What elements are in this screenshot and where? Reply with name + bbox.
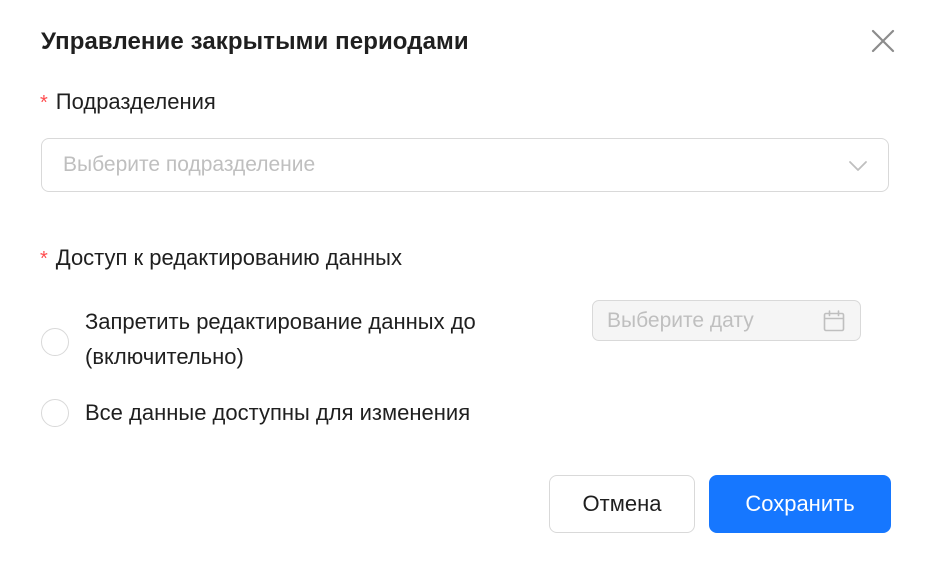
option-restrict-line1: Запретить редактирование данных до (85, 309, 476, 334)
cancel-button[interactable]: Отмена (549, 475, 695, 533)
date-picker[interactable]: Выберите дату (592, 300, 861, 341)
division-select-placeholder: Выберите подразделение (63, 153, 316, 176)
save-button[interactable]: Сохранить (709, 475, 891, 533)
radio-all-editable[interactable] (41, 399, 69, 427)
dialog-title: Управление закрытыми периодами (41, 28, 469, 55)
access-label: Доступ к редактированию данных (55, 245, 402, 270)
division-label-row: * Подразделения (40, 89, 216, 115)
option-all-editable-label[interactable]: Все данные доступны для изменения (85, 395, 470, 430)
option-restrict-line2: (включительно) (85, 344, 244, 369)
close-icon (871, 29, 895, 53)
required-mark: * (40, 248, 48, 270)
calendar-icon (823, 310, 845, 332)
division-label: Подразделения (55, 89, 216, 114)
option-restrict-editing-label[interactable]: Запретить редактирование данных до (вклю… (85, 304, 476, 374)
required-mark: * (40, 92, 48, 114)
close-button[interactable] (868, 26, 898, 56)
division-select[interactable]: Выберите подразделение (41, 138, 889, 192)
close-periods-dialog: Управление закрытыми периодами * Подразде… (0, 0, 932, 564)
chevron-down-icon (849, 161, 867, 171)
access-label-row: * Доступ к редактированию данных (40, 245, 402, 271)
date-picker-placeholder: Выберите дату (607, 309, 754, 332)
radio-restrict-editing[interactable] (41, 328, 69, 356)
